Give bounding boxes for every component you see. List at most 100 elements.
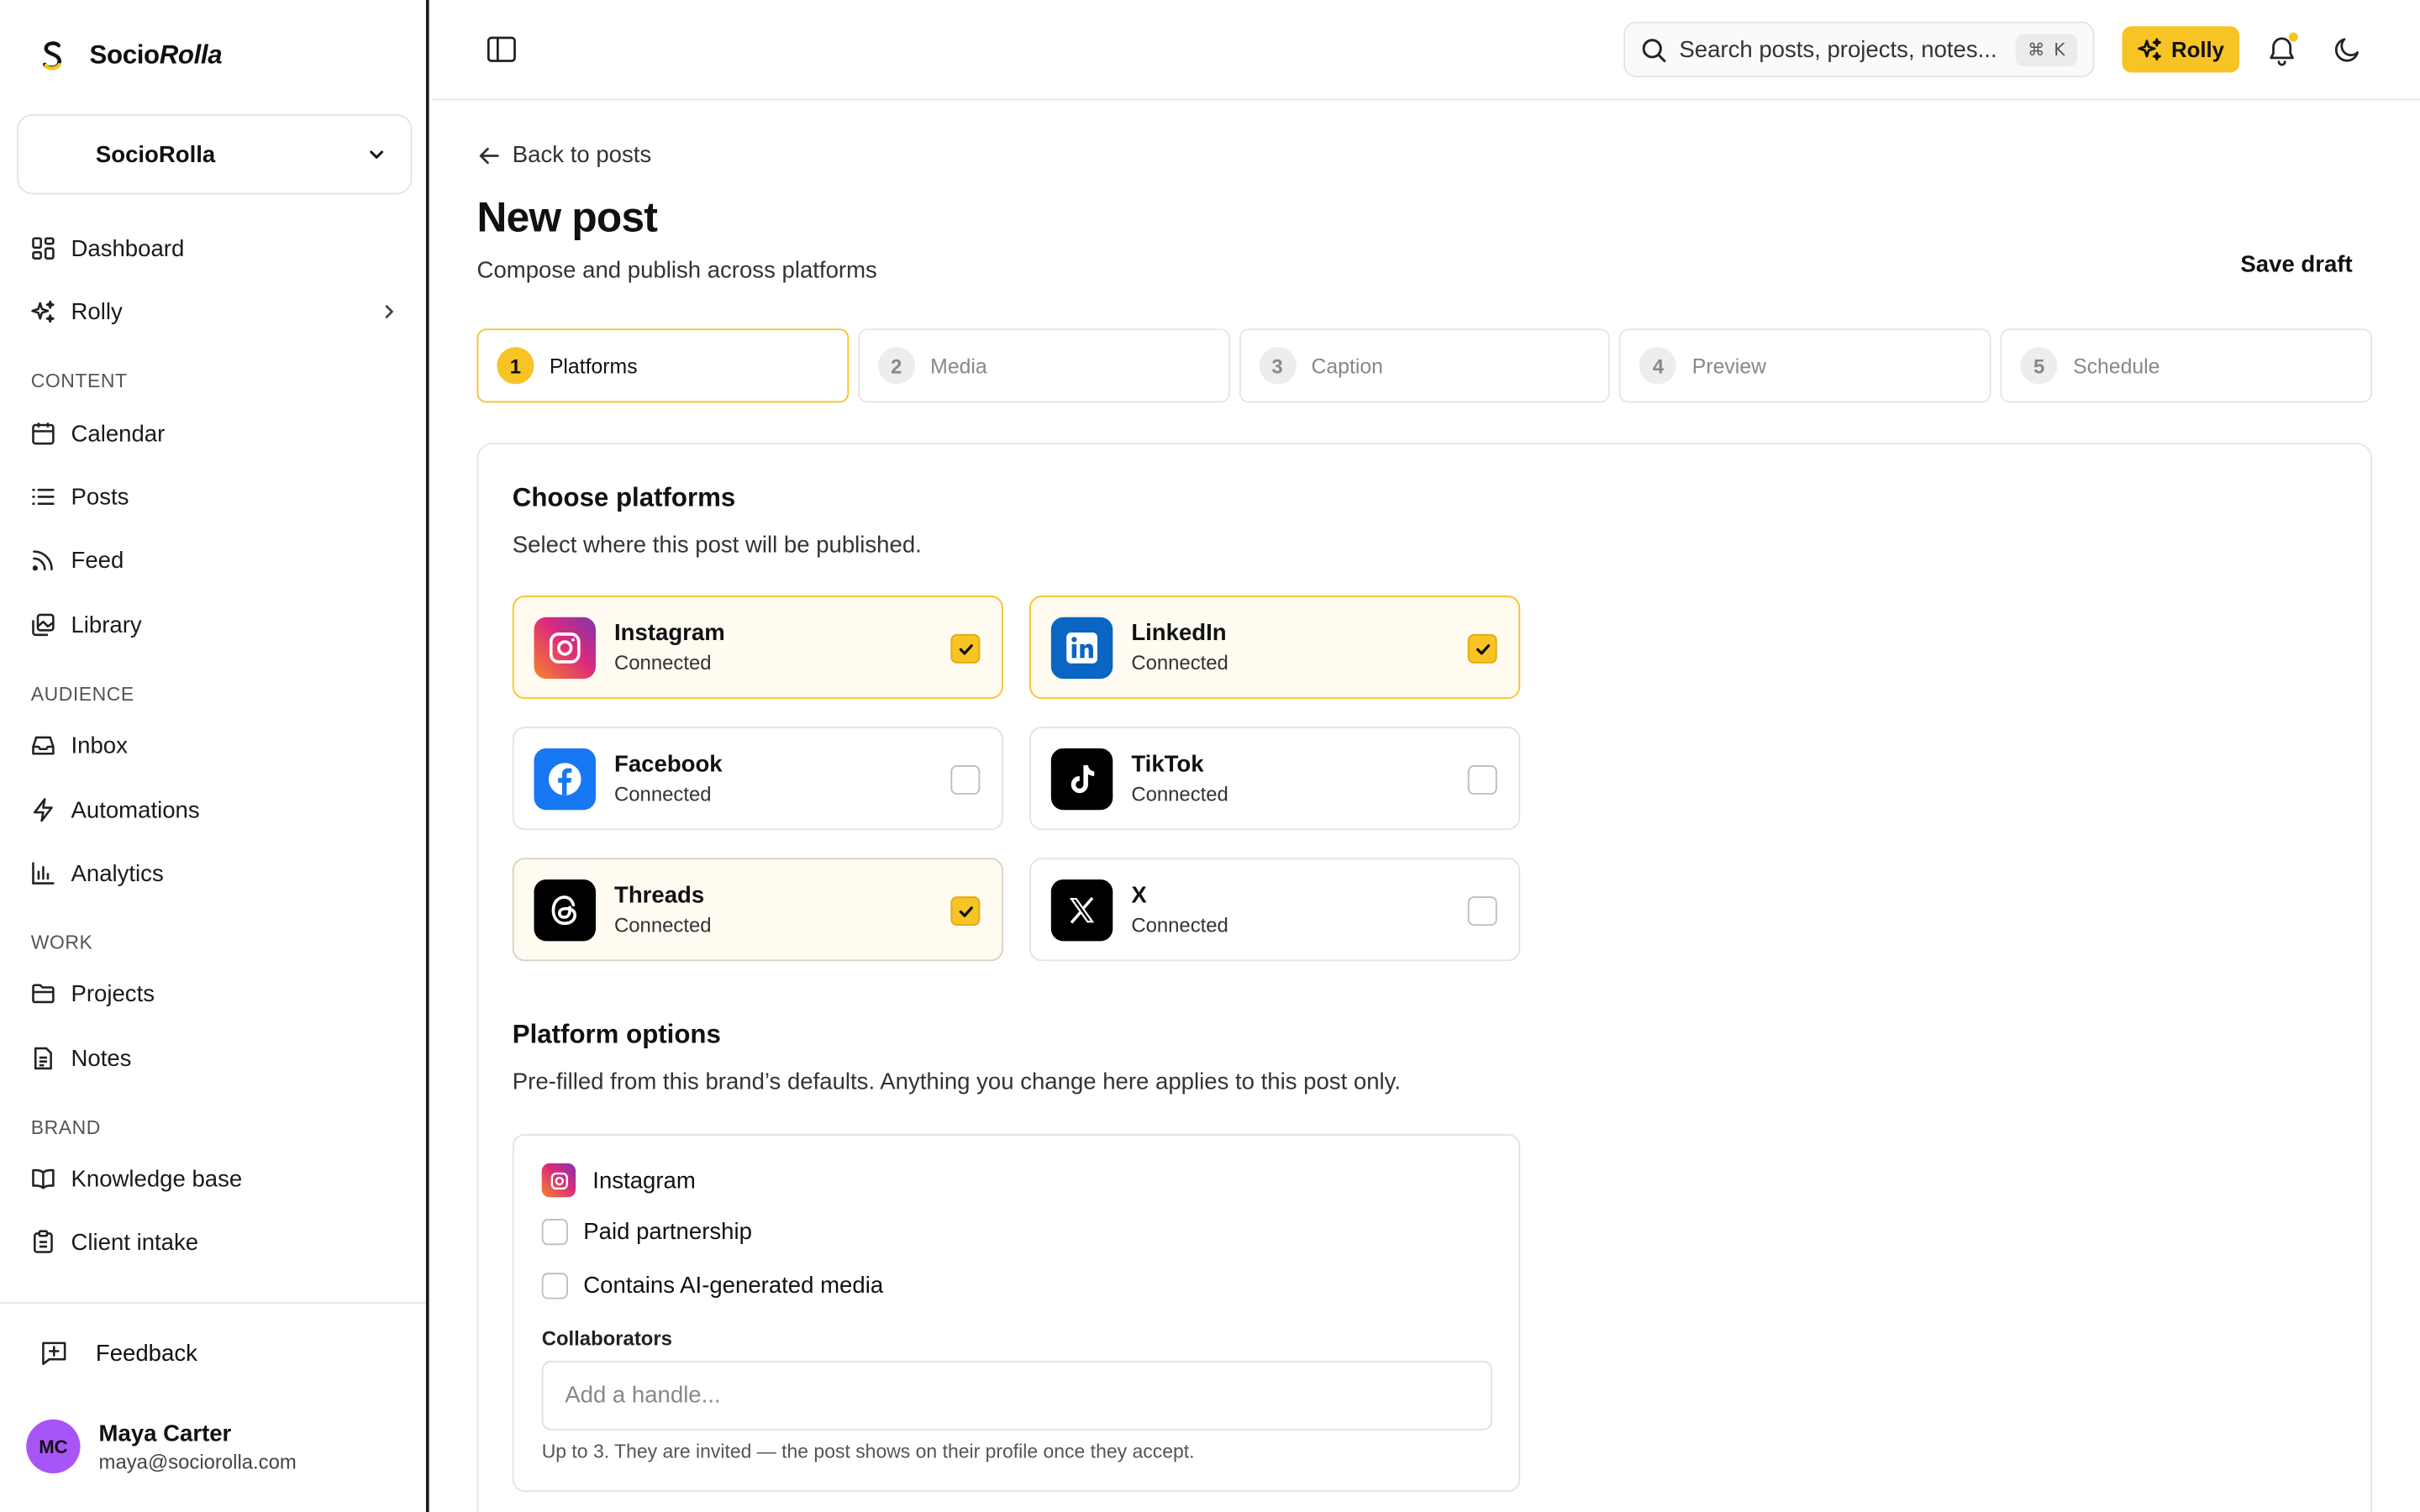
rolly-button-label: Rolly [2171,37,2224,62]
ai-media-checkbox[interactable] [541,1273,568,1299]
arrow-left-icon [479,146,499,164]
platform-checkbox[interactable] [950,633,981,664]
rolly-button[interactable]: Rolly [2122,26,2240,73]
notification-dot [2288,32,2298,42]
platform-checkbox[interactable] [950,896,981,927]
platform-name: X [1131,882,1147,909]
save-draft-button[interactable]: Save draft [2223,244,2370,284]
platform-name: Threads [614,882,705,909]
platform-facebook[interactable]: Facebook Connected [512,727,1003,831]
search-shortcut: ⌘ K [2015,34,2078,66]
step-media[interactable]: 2 Media [857,328,1230,403]
sidebar-item-notes[interactable]: Notes [31,1037,398,1079]
workspace-select[interactable]: SocioRolla [17,113,413,195]
ai-media-option[interactable]: Contains AI-generated media [541,1273,884,1299]
sidebar-item-inbox[interactable]: Inbox [31,723,398,766]
sparkles-icon [31,300,55,323]
platform-threads[interactable]: Threads Connected [512,858,1003,962]
platform-name: LinkedIn [1131,620,1227,647]
folder-icon [32,984,55,1004]
step-label: Caption [1311,354,1383,378]
step-preview[interactable]: 4 Preview [1619,328,1991,403]
choose-platforms-title: Choose platforms [512,482,736,512]
tiktok-icon [1050,747,1113,810]
platform-tiktok[interactable]: TikTok Connected [1029,727,1521,831]
sidebar-toggle-icon[interactable] [487,34,518,65]
linkedin-icon [1050,616,1113,679]
collaborators-help: Up to 3. They are invited — the post sho… [541,1441,1195,1463]
sidebar-item-label: Inbox [71,732,128,759]
brand-name: SocioRolla [89,39,223,70]
step-caption[interactable]: 3 Caption [1239,328,1611,403]
sidebar-item-posts[interactable]: Posts [31,475,398,518]
step-number: 1 [497,347,534,385]
search-placeholder: Search posts, projects, notes... [1679,36,1997,63]
sidebar-item-label: Analytics [71,859,164,887]
sidebar-item-knowledge-base[interactable]: Knowledge base [31,1158,398,1200]
platform-checkbox[interactable] [1467,765,1497,795]
user-email: maya@sociorolla.com [98,1449,297,1473]
back-to-posts-link[interactable]: Back to posts [478,142,651,168]
sidebar-item-label: Automations [71,796,200,823]
sidebar-item-label: Calendar [71,420,166,447]
step-number: 3 [1259,347,1297,385]
sidebar-item-label: Knowledge base [71,1165,243,1192]
search-icon [1642,38,1666,62]
platform-checkbox[interactable] [950,765,981,795]
brand[interactable]: SocioRolla [34,37,223,74]
sidebar-item-label: Rolly [71,298,123,325]
paid-partnership-option[interactable]: Paid partnership [541,1219,752,1246]
step-label: Preview [1691,354,1766,378]
instagram-icon [541,1163,576,1198]
sidebar-item-label: Projects [71,980,155,1007]
bar-chart-icon [32,862,55,885]
facebook-icon [534,747,596,810]
platform-name: Instagram [614,620,725,647]
step-schedule[interactable]: 5 Schedule [2000,328,2373,403]
sidebar-item-calendar[interactable]: Calendar [31,412,398,454]
inbox-icon [32,736,55,755]
moon-icon[interactable] [2332,34,2363,65]
sidebar-item-label: Dashboard [71,235,185,262]
lightning-icon [34,798,53,822]
platform-checkbox[interactable] [1467,896,1497,927]
check-icon [1476,643,1490,654]
check-icon [958,906,972,916]
sidebar-item-feed[interactable]: Feed [31,538,398,581]
sidebar: SocioRolla SocioRolla Dashboard Rolly CO… [0,0,429,1512]
platform-linkedin[interactable]: LinkedIn Connected [1029,595,1521,700]
paid-partnership-checkbox[interactable] [541,1219,568,1246]
nav-section-work: WORK [30,932,93,954]
step-platforms[interactable]: 1 Platforms [476,328,849,403]
feedback-button[interactable]: Feedback [40,1339,197,1367]
sidebar-item-automations[interactable]: Automations [31,789,398,832]
sidebar-item-rolly[interactable]: Rolly [31,290,398,333]
sidebar-item-library[interactable]: Library [31,603,398,646]
step-label: Media [930,354,987,378]
step-number: 2 [877,347,915,385]
nav-section-brand: BRAND [30,1116,101,1139]
images-icon [32,613,55,637]
platform-x[interactable]: X Connected [1029,858,1521,962]
user-name: Maya Carter [98,1420,232,1446]
sidebar-item-analytics[interactable]: Analytics [31,852,398,895]
sidebar-item-dashboard[interactable]: Dashboard [31,227,398,270]
search-input[interactable]: Search posts, projects, notes... ⌘ K [1623,21,2095,77]
list-icon [32,488,55,505]
collaborators-input[interactable] [541,1361,1493,1431]
user-profile[interactable]: MC Maya Carter maya@sociorolla.com [26,1419,297,1474]
sidebar-item-projects[interactable]: Projects [31,972,398,1015]
platform-checkbox[interactable] [1467,633,1497,664]
collaborators-label: Collaborators [541,1326,672,1351]
sidebar-item-client-intake[interactable]: Client intake [31,1221,398,1263]
ai-media-label: Contains AI-generated media [583,1273,884,1299]
step-number: 5 [2020,347,2058,385]
feedback-label: Feedback [95,1340,197,1367]
avatar: MC [26,1419,81,1474]
clipboard-icon [34,1230,53,1253]
sociorolla-logo-icon [43,41,61,71]
platform-instagram[interactable]: Instagram Connected [512,595,1003,700]
workspace-name: SocioRolla [95,141,216,168]
back-label: Back to posts [512,141,652,169]
chevron-down-icon [370,150,384,159]
